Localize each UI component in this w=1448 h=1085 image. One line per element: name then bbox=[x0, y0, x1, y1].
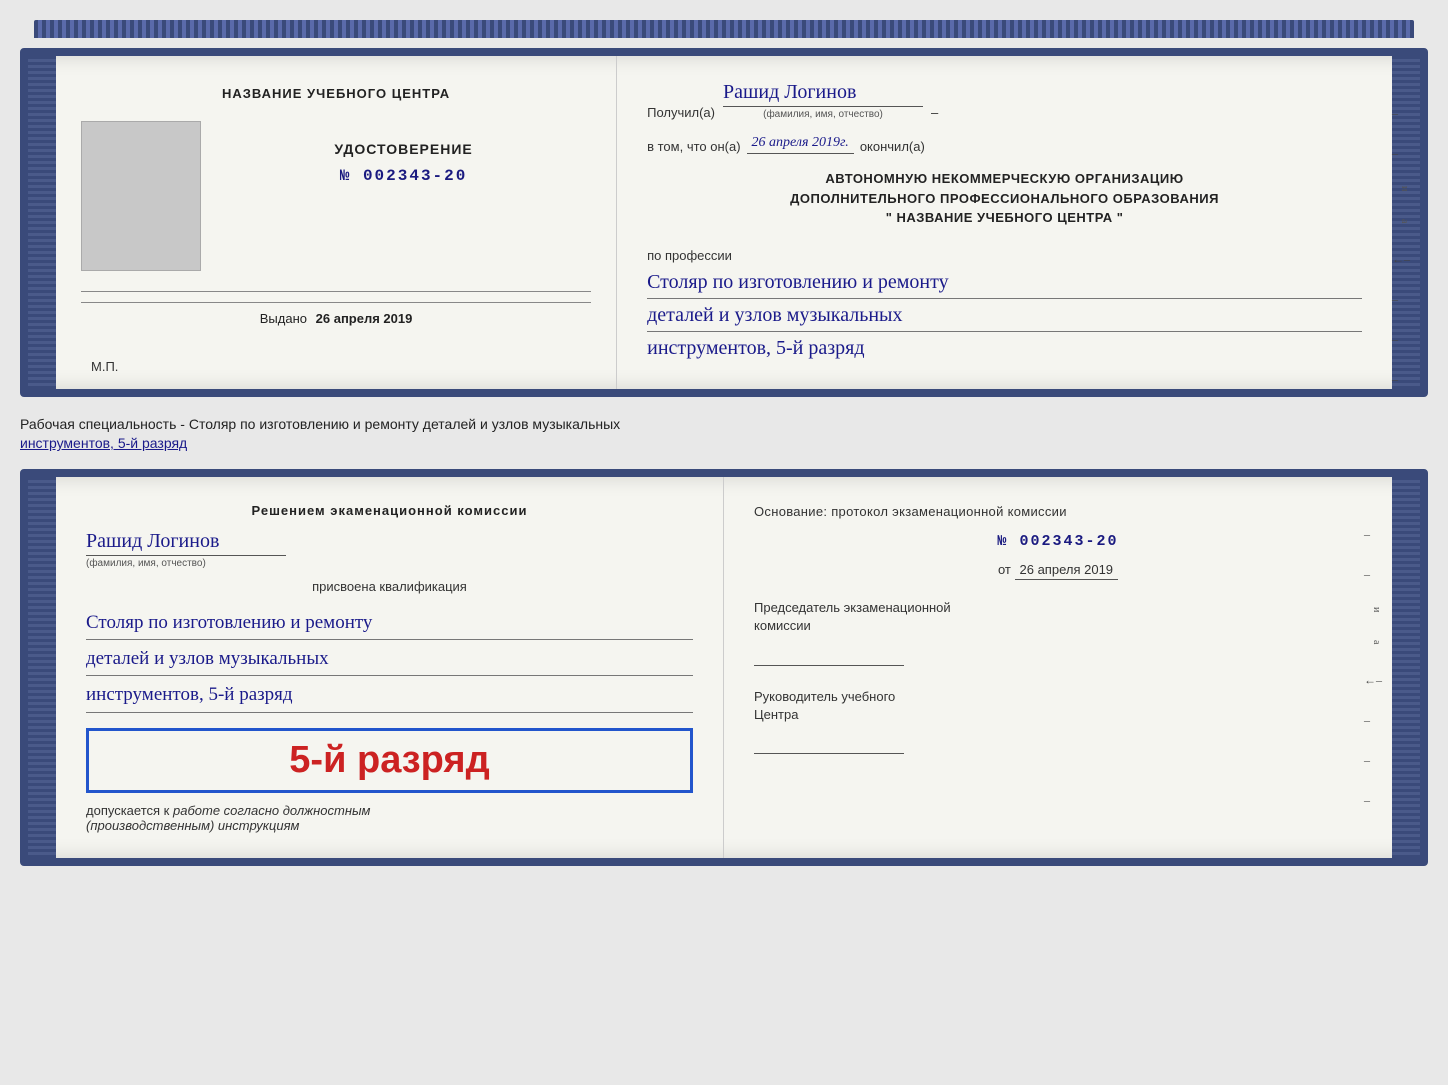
cert-type-block: УДОСТОВЕРЕНИЕ № 002343-20 bbox=[216, 121, 591, 185]
between-text1: Рабочая специальность - Столяр по изгото… bbox=[20, 416, 620, 432]
director-label1: Руководитель учебного bbox=[754, 689, 895, 704]
recipient-row: Получил(а) Рашид Логинов (фамилия, имя, … bbox=[647, 81, 1362, 120]
chairman-label: Председатель экзаменационной комиссии bbox=[754, 599, 1362, 635]
completed-suffix: окончил(а) bbox=[860, 139, 925, 154]
qual-profession-block: Столяр по изготовлению и ремонту деталей… bbox=[86, 604, 693, 713]
protocol-date: от 26 апреля 2019 bbox=[754, 562, 1362, 577]
doc2-right-panel: Основание: протокол экзаменационной коми… bbox=[724, 477, 1392, 858]
completed-date: 26 апреля 2019г. bbox=[747, 135, 854, 154]
director-sign-line bbox=[754, 729, 904, 754]
doc2-person-sublabel: (фамилия, имя, отчество) bbox=[86, 558, 206, 569]
cert-number: № 002343-20 bbox=[340, 167, 468, 185]
protocol-date-value: 26 апреля 2019 bbox=[1015, 562, 1119, 580]
right-spine-2 bbox=[1392, 477, 1420, 858]
recipient-prefix: Получил(а) bbox=[647, 105, 715, 120]
doc2-person-name: Рашид Логинов bbox=[86, 530, 286, 556]
doc2-person-block: Рашид Логинов (фамилия, имя, отчество) bbox=[86, 530, 693, 569]
recipient-name: Рашид Логинов bbox=[723, 81, 923, 107]
org-line2: ДОПОЛНИТЕЛЬНОГО ПРОФЕССИОНАЛЬНОГО ОБРАЗО… bbox=[647, 189, 1362, 209]
allowed-text2: (производственным) инструкциям bbox=[86, 818, 693, 833]
director-block: Руководитель учебного Центра bbox=[754, 688, 1362, 754]
big-rank-text: 5-й разряд bbox=[101, 739, 678, 782]
handwritten-name-block: Рашид Логинов (фамилия, имя, отчество) bbox=[723, 81, 923, 120]
right-side-dashes: – – и а ←– – – – bbox=[1392, 106, 1410, 387]
allowed-text: работе согласно должностным bbox=[173, 803, 370, 818]
completed-row: в том, что он(а) 26 апреля 2019г. окончи… bbox=[647, 135, 1362, 154]
doc2-left-panel: Решением экаменационной комиссии Рашид Л… bbox=[56, 477, 724, 858]
org-line3: " НАЗВАНИЕ УЧЕБНОГО ЦЕНТРА " bbox=[647, 208, 1362, 228]
document-card-1: НАЗВАНИЕ УЧЕБНОГО ЦЕНТРА УДОСТОВЕРЕНИЕ №… bbox=[20, 48, 1428, 397]
completed-label: в том, что он(а) bbox=[647, 139, 740, 154]
left-spine-1 bbox=[28, 56, 56, 389]
chairman-label1: Председатель экзаменационной bbox=[754, 600, 951, 615]
mp-label: М.П. bbox=[91, 359, 118, 374]
qual-line3: инструментов, 5-й разряд bbox=[86, 679, 693, 712]
cert-type-label: УДОСТОВЕРЕНИЕ bbox=[334, 141, 472, 157]
doc1-left-panel: НАЗВАНИЕ УЧЕБНОГО ЦЕНТРА УДОСТОВЕРЕНИЕ №… bbox=[56, 56, 617, 389]
doc1-inner: НАЗВАНИЕ УЧЕБНОГО ЦЕНТРА УДОСТОВЕРЕНИЕ №… bbox=[56, 56, 1392, 389]
qual-line1: Столяр по изготовлению и ремонту bbox=[86, 607, 693, 640]
profession-label: по профессии bbox=[647, 248, 1362, 263]
basis-text: Основание: протокол экзаменационной коми… bbox=[754, 502, 1362, 522]
allowed-block: допускается к работе согласно должностны… bbox=[86, 803, 693, 833]
protocol-number: № 002343-20 bbox=[754, 533, 1362, 550]
org-line1: АВТОНОМНУЮ НЕКОММЕРЧЕСКУЮ ОРГАНИЗАЦИЮ bbox=[647, 169, 1362, 189]
photo-placeholder bbox=[81, 121, 201, 271]
center-title-1: НАЗВАНИЕ УЧЕБНОГО ЦЕНТРА bbox=[222, 86, 450, 101]
document-card-2: Решением экаменационной комиссии Рашид Л… bbox=[20, 469, 1428, 866]
issued-line: Выдано 26 апреля 2019 bbox=[81, 302, 591, 326]
doc2-inner: Решением экаменационной комиссии Рашид Л… bbox=[56, 477, 1392, 858]
profession-line3: инструментов, 5-й разряд bbox=[647, 337, 864, 359]
qual-line2: деталей и узлов музыкальных bbox=[86, 643, 693, 676]
org-block: АВТОНОМНУЮ НЕКОММЕРЧЕСКУЮ ОРГАНИЗАЦИЮ ДО… bbox=[647, 169, 1362, 228]
decision-text: Решением экаменационной комиссии bbox=[86, 502, 693, 520]
profession-line1: Столяр по изготовлению и ремонту bbox=[647, 266, 1362, 299]
chairman-block: Председатель экзаменационной комиссии bbox=[754, 599, 1362, 665]
doc1-right-panel: Получил(а) Рашид Логинов (фамилия, имя, … bbox=[617, 56, 1392, 389]
chairman-sign-line bbox=[754, 641, 904, 666]
allowed-prefix-text: допускается к bbox=[86, 803, 169, 818]
left-spine-2 bbox=[28, 477, 56, 858]
qualification-label: присвоена квалификация bbox=[86, 579, 693, 594]
director-label2: Центра bbox=[754, 707, 798, 722]
profession-block: по профессии Столяр по изготовлению и ре… bbox=[647, 243, 1362, 364]
protocol-date-prefix: от bbox=[998, 562, 1011, 577]
recipient-sublabel: (фамилия, имя, отчество) bbox=[723, 109, 923, 120]
director-label: Руководитель учебного Центра bbox=[754, 688, 1362, 724]
issued-date: 26 апреля 2019 bbox=[316, 311, 413, 326]
issued-label: Выдано bbox=[260, 311, 307, 326]
profession-line2: деталей и узлов музыкальных bbox=[647, 299, 1362, 332]
dash-1: – bbox=[931, 105, 938, 120]
allowed-prefix: допускается к работе согласно должностны… bbox=[86, 803, 693, 818]
chairman-label2: комиссии bbox=[754, 618, 811, 633]
between-text2: инструментов, 5-й разряд bbox=[20, 435, 187, 451]
between-label: Рабочая специальность - Столяр по изгото… bbox=[20, 407, 1428, 459]
right-side-dashes-2: – – и а ←– – – – bbox=[1364, 527, 1382, 808]
big-rank-box: 5-й разряд bbox=[86, 728, 693, 793]
